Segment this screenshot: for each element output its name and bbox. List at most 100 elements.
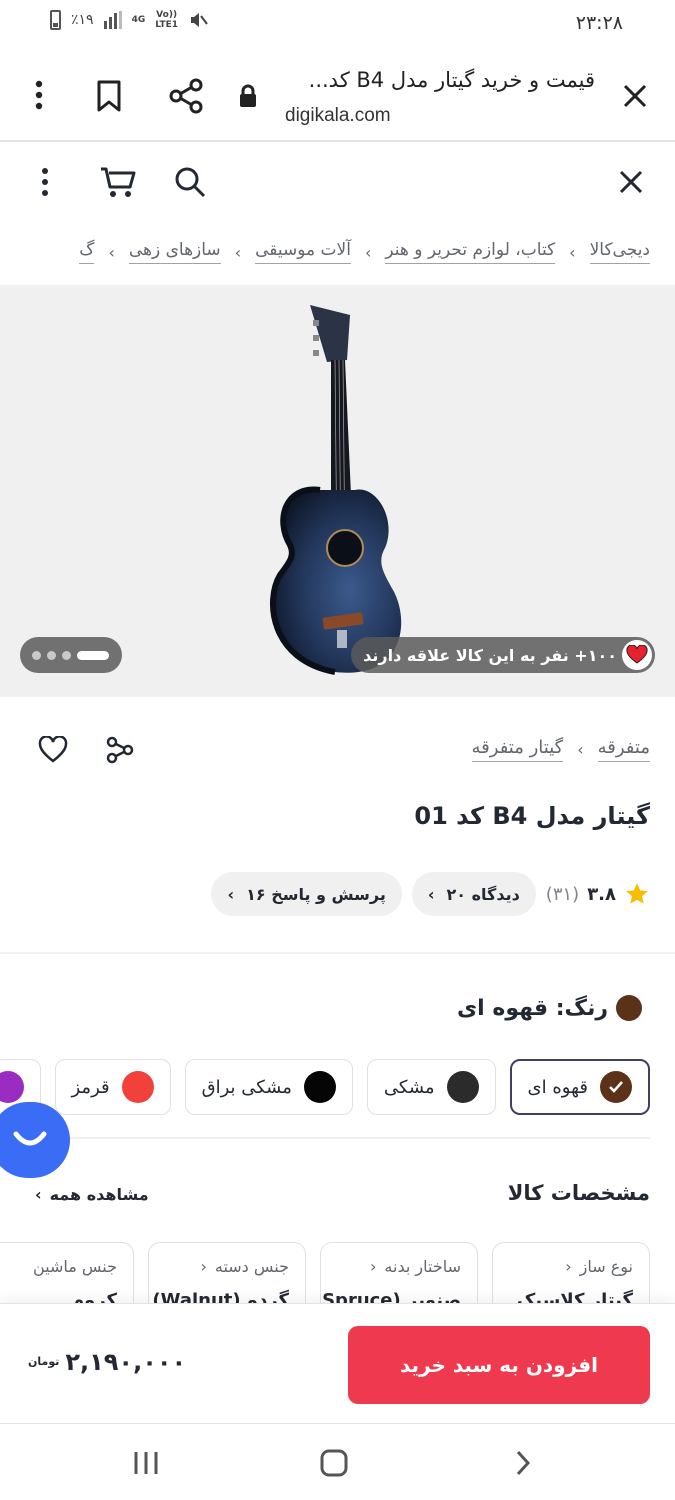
status-bar: ٪۱۹ 4G Vo)) LTE1 ۲۳:۲۸ (0, 0, 675, 50)
url-domain[interactable]: digikala.com (285, 105, 391, 127)
page-dot-active (77, 650, 109, 660)
signal-icon (103, 11, 122, 29)
spec-key: جنس دسته (214, 1257, 289, 1276)
product-image[interactable] (265, 300, 415, 680)
chevron-left-icon: ‹ (569, 242, 576, 262)
page-dot (47, 650, 56, 660)
specs-title: مشخصات کالا (507, 1181, 650, 1205)
color-option-label: قهوه ای (527, 1076, 588, 1098)
add-to-cart-button[interactable]: افزودن به سبد خرید (348, 1326, 650, 1404)
gallery-pagination[interactable] (20, 637, 122, 673)
color-option-black[interactable]: مشکی (366, 1059, 496, 1115)
search-icon[interactable] (172, 164, 208, 200)
volte-label: Vo)) (156, 10, 178, 20)
price-value: ۲,۱۹۰,۰۰۰ (65, 1348, 187, 1376)
page-title[interactable]: قیمت و خرید گیتار مدل B4 کد... (275, 68, 595, 92)
chevron-left-icon: ‹ (227, 884, 235, 904)
category-link[interactable]: متفرقه (597, 737, 650, 762)
lock-icon (236, 82, 260, 110)
currency: تومان (28, 1355, 60, 1368)
selected-color-dot (616, 995, 642, 1021)
network-type: 4G (131, 15, 146, 25)
star-icon (626, 883, 648, 904)
color-dot (121, 1071, 154, 1103)
site-header (0, 142, 675, 222)
color-option-red[interactable]: قرمز (54, 1059, 171, 1115)
breadcrumb-item[interactable]: دیجی‌کالا (589, 240, 650, 264)
color-option-label: مشکی (383, 1076, 435, 1098)
product-info-card: متفرقه ‹ گیتار متفرقه گیتار مدل B4 کد 01… (0, 697, 675, 1332)
color-options: قهوه ای مشکی مشکی براق قرمز (0, 1059, 650, 1115)
spec-key: نوع ساز (579, 1257, 633, 1276)
close-site-icon[interactable] (617, 168, 645, 196)
recent-apps-icon[interactable] (128, 1446, 164, 1480)
color-option-brown[interactable]: قهوه ای (509, 1059, 650, 1115)
cart-icon[interactable] (98, 164, 138, 200)
color-option-glossy-black[interactable]: مشکی براق (184, 1059, 353, 1115)
lte-label: LTE1 (155, 20, 179, 30)
buy-bar: افزودن به سبد خرید تومان ۲,۱۹۰,۰۰۰ (0, 1303, 675, 1423)
favorite-icon[interactable] (36, 733, 70, 767)
color-dot (303, 1071, 336, 1103)
chevron-left-icon: ‹ (370, 1257, 377, 1276)
rating: ۳.۸ (۳۱) (546, 881, 650, 907)
home-icon[interactable] (316, 1446, 352, 1480)
qa-chip[interactable]: ۱۶ پرسش و پاسخ ‹ (211, 872, 402, 916)
chevron-left-icon: ‹ (565, 1257, 572, 1276)
reviews-label: ۲۰ دیدگاه (446, 884, 520, 904)
chevron-left-icon: ‹ (108, 242, 115, 262)
rating-value: ۳.۸ (587, 883, 616, 905)
color-option-label: قرمز (71, 1076, 110, 1098)
close-icon[interactable] (619, 80, 651, 112)
clock: ۲۳:۲۸ (575, 12, 623, 34)
price: تومان ۲,۱۹۰,۰۰۰ (28, 1348, 186, 1376)
browser-toolbar: قیمت و خرید گیتار مدل B4 کد... digikala.… (0, 50, 675, 142)
share-icon[interactable] (166, 76, 206, 116)
see-all-link[interactable]: مشاهده همه ‹ (35, 1185, 149, 1204)
spec-key: ساختار بدنه (384, 1257, 461, 1276)
rating-count: (۳۱) (545, 883, 580, 905)
breadcrumb-item[interactable]: آلات موسیقی (255, 240, 351, 264)
breadcrumb-item[interactable]: کتاب، لوازم تحریر و هنر (385, 240, 556, 264)
chevron-left-icon: ‹ (200, 1257, 207, 1276)
share-product-icon[interactable] (104, 733, 136, 767)
category-link[interactable]: گیتار متفرقه (471, 737, 564, 762)
selected-color: رنگ: قهوه ای (457, 995, 650, 1021)
category-breadcrumb: متفرقه ‹ گیتار متفرقه (471, 737, 650, 762)
see-all-label: مشاهده همه (49, 1185, 149, 1204)
qa-label: ۱۶ پرسش و پاسخ (246, 884, 386, 904)
chevron-left-icon: ‹ (427, 884, 435, 904)
check-icon (600, 1071, 632, 1103)
smile-icon (13, 1131, 47, 1146)
mute-icon (191, 13, 208, 27)
likes-text: ۱۰۰+ نفر به این کالا علاقه دارند (363, 645, 617, 665)
page-dot (62, 650, 71, 660)
volte-indicator: Vo)) LTE1 (155, 10, 178, 30)
color-dot (446, 1071, 479, 1103)
bookmark-icon[interactable] (92, 78, 126, 114)
spec-key: جنس ماشین (32, 1257, 117, 1276)
chevron-left-icon: ‹ (35, 1185, 42, 1204)
menu-dots-icon[interactable] (32, 166, 58, 198)
rating-row: ۳.۸ (۳۱) ۲۰ دیدگاه ‹ ۱۶ پرسش و پاسخ ‹ (211, 872, 650, 916)
battery-icon (50, 10, 61, 30)
chevron-left-icon: ‹ (364, 242, 372, 262)
heart-icon (622, 640, 652, 670)
chevron-left-icon: ‹ (234, 242, 242, 262)
breadcrumb-item[interactable]: سازهای زهی (128, 240, 221, 264)
product-gallery[interactable]: ۱۰۰+ نفر به این کالا علاقه دارند (0, 285, 675, 697)
back-icon[interactable] (508, 1446, 538, 1480)
breadcrumb-item[interactable]: گ (79, 240, 95, 264)
more-options-icon[interactable] (22, 78, 56, 112)
system-nav-bar (0, 1423, 675, 1500)
status-icons: ٪۱۹ 4G Vo)) LTE1 (50, 10, 208, 30)
divider (25, 1137, 650, 1139)
breadcrumb: دیجی‌کالا ‹ کتاب، لوازم تحریر و هنر ‹ آل… (0, 222, 650, 282)
divider (0, 952, 675, 954)
likes-badge: ۱۰۰+ نفر به این کالا علاقه دارند (351, 637, 655, 673)
color-option-label: مشکی براق (201, 1076, 292, 1098)
reviews-chip[interactable]: ۲۰ دیدگاه ‹ (411, 872, 536, 916)
chevron-left-icon: ‹ (577, 740, 584, 759)
battery-level: ٪۱۹ (71, 12, 94, 28)
color-dot (0, 1071, 24, 1103)
